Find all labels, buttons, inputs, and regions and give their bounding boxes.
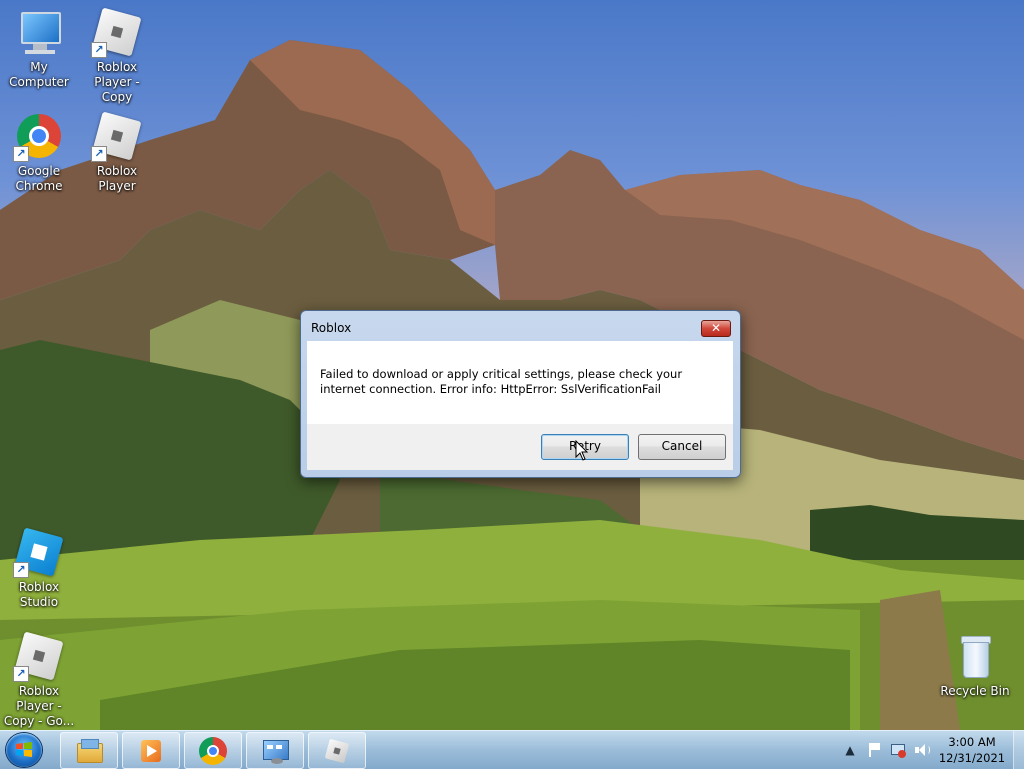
system-tray: ▲ 3:00 AM 12/31/2021 xyxy=(842,731,1024,769)
shortcut-arrow-icon: ↗ xyxy=(91,146,107,162)
desktop-icon-label: Google Chrome xyxy=(15,164,63,193)
desktop-icon-label: Roblox Player - Copy - Go... xyxy=(3,684,75,728)
action-center-flag-icon[interactable] xyxy=(866,742,882,758)
close-button[interactable]: ✕ xyxy=(701,320,731,337)
desktop-icon-recycle-bin[interactable]: Recycle Bin xyxy=(936,632,1014,699)
media-player-icon xyxy=(137,737,165,765)
desktop-icon-roblox-player-copy[interactable]: ↗ Roblox Player - Copy xyxy=(78,7,156,105)
shortcut-arrow-icon: ↗ xyxy=(91,42,107,58)
show-desktop-button[interactable] xyxy=(1013,731,1024,769)
taskbar-item-explorer[interactable] xyxy=(60,732,118,769)
network-icon[interactable] xyxy=(890,742,906,758)
roblox-studio-icon: ↗ xyxy=(13,527,64,578)
start-button[interactable] xyxy=(6,733,42,767)
dialog-button-bar: Retry Cancel xyxy=(307,424,733,470)
taskbar-item-media-player[interactable] xyxy=(122,732,180,769)
windows-explorer-icon xyxy=(75,737,103,765)
taskbar-item-roblox[interactable] xyxy=(308,732,366,769)
dialog-body: Failed to download or apply critical set… xyxy=(307,341,733,424)
recycle-bin-icon xyxy=(951,632,999,680)
desktop-icon-roblox-player-copy-go[interactable]: ↗ Roblox Player - Copy - Go... xyxy=(0,631,78,729)
error-message: Failed to download or apply critical set… xyxy=(320,367,683,396)
volume-icon[interactable] xyxy=(914,742,930,758)
show-hidden-icons-icon[interactable]: ▲ xyxy=(842,742,858,758)
shortcut-arrow-icon: ↗ xyxy=(13,666,29,682)
dialog-title: Roblox xyxy=(311,321,352,335)
roblox-player-icon: ↗ xyxy=(13,631,64,682)
taskbar-item-chrome[interactable] xyxy=(184,732,242,769)
desktop-icon-label: My Computer xyxy=(9,60,69,89)
control-panel-icon xyxy=(261,737,289,765)
roblox-error-dialog: Roblox ✕ Failed to download or apply cri… xyxy=(300,310,741,478)
desktop-icon-roblox-player[interactable]: ↗ Roblox Player xyxy=(78,111,156,194)
roblox-player-icon: ↗ xyxy=(91,7,142,58)
chrome-icon: ↗ xyxy=(13,112,63,162)
chrome-icon xyxy=(199,737,227,765)
clock-date[interactable]: 12/31/2021 xyxy=(937,751,1007,765)
desktop-icon-label: Recycle Bin xyxy=(940,684,1010,698)
clock-time[interactable]: 3:00 AM xyxy=(937,735,1007,749)
desktop-icon-label: Roblox Player xyxy=(96,164,138,193)
cancel-button[interactable]: Cancel xyxy=(638,434,726,460)
taskbar-item-control-panel[interactable] xyxy=(246,732,304,769)
shortcut-arrow-icon: ↗ xyxy=(13,562,29,578)
desktop-icon-roblox-studio[interactable]: ↗ Roblox Studio xyxy=(0,527,78,610)
roblox-player-icon: ↗ xyxy=(91,111,142,162)
taskbar: ▲ 3:00 AM 12/31/2021 xyxy=(0,730,1024,769)
desktop-icon-my-computer[interactable]: My Computer xyxy=(0,8,78,90)
shortcut-arrow-icon: ↗ xyxy=(13,146,29,162)
my-computer-icon xyxy=(15,8,63,56)
desktop-icon-google-chrome[interactable]: ↗ Google Chrome xyxy=(0,112,78,194)
roblox-icon xyxy=(323,737,351,765)
mouse-cursor-icon xyxy=(575,440,589,461)
windows-logo-icon xyxy=(16,742,32,757)
desktop-icon-label: Roblox Studio xyxy=(18,580,60,609)
desktop-icon-label: Roblox Player - Copy xyxy=(94,60,140,104)
